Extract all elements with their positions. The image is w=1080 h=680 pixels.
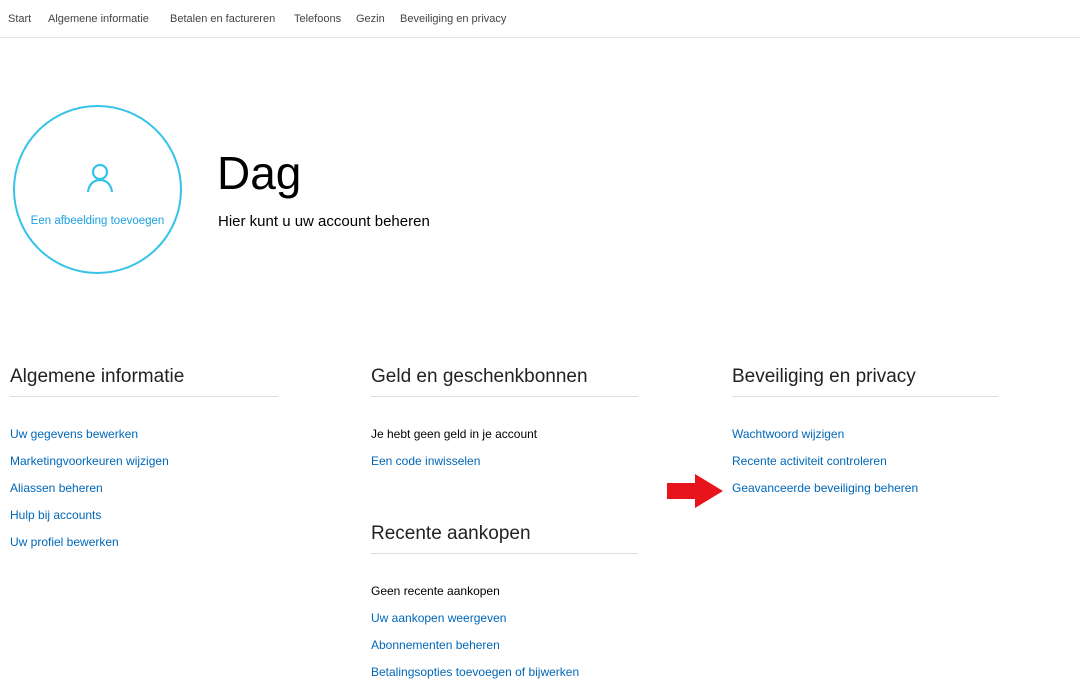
link-manage-subscriptions[interactable]: Abonnementen beheren (371, 638, 500, 652)
greeting-title: Dag (217, 147, 302, 199)
divider (371, 396, 638, 397)
link-manage-aliases[interactable]: Aliassen beheren (10, 481, 103, 495)
money-status: Je hebt geen geld in je account (371, 427, 538, 441)
person-icon (86, 163, 114, 193)
divider (371, 553, 638, 554)
greeting-subtitle: Hier kunt u uw account beheren (218, 213, 430, 230)
add-picture-link[interactable]: Een afbeelding toevoegen (15, 215, 180, 227)
link-payment-options[interactable]: Betalingsopties toevoegen of bijwerken (371, 665, 579, 679)
link-edit-details[interactable]: Uw gegevens bewerken (10, 427, 138, 441)
link-advanced-security[interactable]: Geavanceerde beveiliging beheren (732, 481, 918, 495)
section-title-general: Algemene informatie (10, 366, 185, 387)
link-recent-activity[interactable]: Recente activiteit controleren (732, 454, 887, 468)
link-change-password[interactable]: Wachtwoord wijzigen (732, 427, 844, 441)
nav-item-beveiliging-en-privacy[interactable]: Beveiliging en privacy (400, 13, 506, 25)
section-title-money: Geld en geschenkbonnen (371, 366, 588, 387)
link-edit-profile[interactable]: Uw profiel bewerken (10, 535, 119, 549)
purchases-status: Geen recente aankopen (371, 584, 500, 598)
nav-item-algemene-informatie[interactable]: Algemene informatie (48, 13, 149, 25)
link-account-help[interactable]: Hulp bij accounts (10, 508, 101, 522)
link-redeem-code[interactable]: Een code inwisselen (371, 454, 480, 468)
add-picture-avatar[interactable]: Een afbeelding toevoegen (13, 105, 182, 274)
link-view-purchases[interactable]: Uw aankopen weergeven (371, 611, 506, 625)
top-navigation: Start Algemene informatie Betalen en fac… (0, 0, 1080, 38)
divider (10, 396, 278, 397)
nav-item-telefoons[interactable]: Telefoons (294, 13, 341, 25)
red-arrow-icon (667, 474, 723, 508)
section-title-security: Beveiliging en privacy (732, 366, 916, 387)
divider (732, 396, 998, 397)
section-title-purchases: Recente aankopen (371, 523, 531, 544)
link-marketing-preferences[interactable]: Marketingvoorkeuren wijzigen (10, 454, 169, 468)
account-page: Start Algemene informatie Betalen en fac… (0, 0, 1080, 680)
nav-item-gezin[interactable]: Gezin (356, 13, 385, 25)
nav-item-betalen-en-factureren[interactable]: Betalen en factureren (170, 13, 275, 25)
nav-item-start[interactable]: Start (8, 13, 31, 25)
